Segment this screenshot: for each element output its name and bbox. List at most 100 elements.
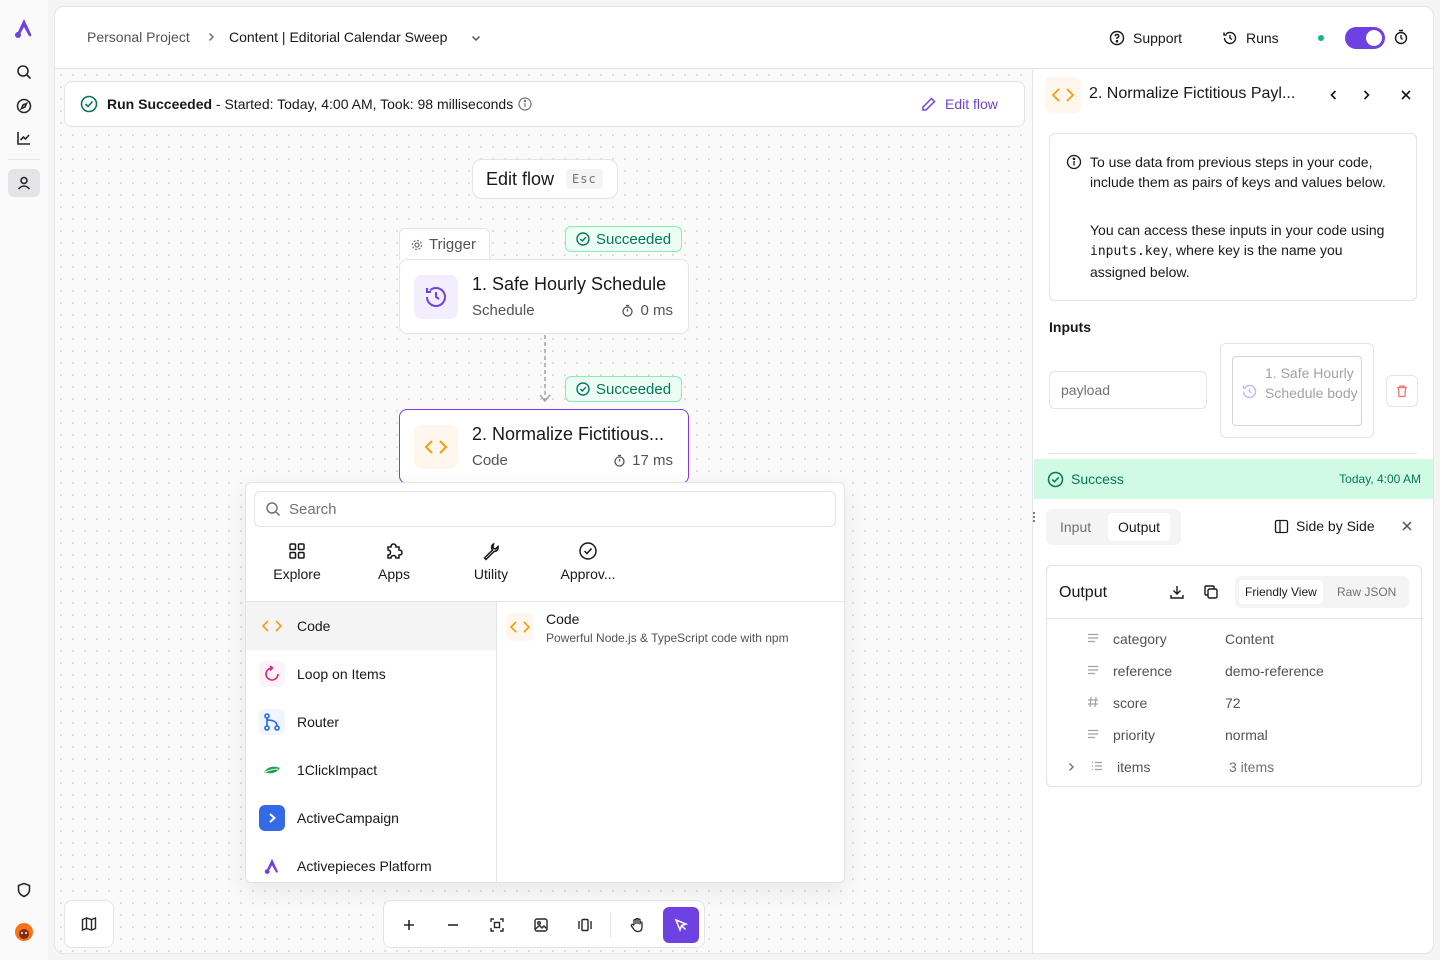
delete-input-button[interactable] (1386, 375, 1418, 407)
chevron-right-icon[interactable] (1065, 761, 1077, 773)
download-icon[interactable] (1169, 584, 1185, 600)
export-image-button[interactable] (523, 907, 559, 943)
zoom-in-button[interactable] (391, 907, 427, 943)
category-explore[interactable]: Explore (252, 541, 342, 582)
io-tabs: Input Output (1046, 509, 1181, 545)
step-picker-popover: Explore Apps Utility Approv... (245, 482, 845, 883)
input-key-field[interactable]: payload (1049, 371, 1207, 409)
next-step-button[interactable] (1356, 85, 1376, 105)
hash-icon (1087, 696, 1099, 708)
search-icon (265, 501, 281, 517)
wrench-icon (446, 541, 536, 561)
edit-flow-link[interactable]: Edit flow (921, 96, 998, 112)
table-row[interactable]: priority normal (1047, 719, 1423, 751)
close-panel-button[interactable] (1396, 85, 1416, 105)
category-approvals[interactable]: Approv... (543, 541, 633, 582)
info-icon[interactable] (518, 97, 532, 111)
list-item[interactable]: Router (246, 698, 496, 746)
search-icon[interactable] (8, 58, 40, 86)
pan-mode-button[interactable] (619, 907, 655, 943)
flow-canvas[interactable]: Run Succeeded - Started: Today, 4:00 AM,… (55, 69, 1033, 953)
status-label: Succeeded (596, 230, 672, 248)
check-circle-icon (576, 232, 590, 246)
zoom-out-button[interactable] (435, 907, 471, 943)
list-item[interactable]: Loop on Items (246, 650, 496, 698)
duration-value: 0 ms (640, 302, 673, 319)
tab-raw-json[interactable]: Raw JSON (1331, 580, 1402, 604)
flow-step-1[interactable]: 1. Safe Hourly Schedule Schedule 0 ms (399, 259, 689, 334)
flow-enabled-toggle[interactable] (1345, 27, 1385, 49)
list-item-label: Router (297, 714, 340, 730)
minimap-button[interactable] (64, 900, 114, 948)
canvas-toolbar (383, 900, 705, 948)
run-status-banner: Run Succeeded - Started: Today, 4:00 AM,… (64, 81, 1025, 127)
previous-step-button[interactable] (1324, 85, 1344, 105)
chevron-down-icon[interactable] (469, 31, 483, 45)
esc-shortcut: Esc (566, 169, 603, 189)
step-settings-panel: 2. Normalize Fictitious Payl... To use d… (1032, 69, 1433, 953)
code-icon (414, 425, 458, 469)
chart-icon[interactable] (8, 124, 40, 152)
runs-button[interactable]: Runs (1222, 23, 1279, 53)
activepieces-logo-icon (259, 853, 285, 879)
edit-flow-button[interactable]: Edit flow Esc (472, 159, 618, 199)
category-utility[interactable]: Utility (446, 541, 536, 582)
support-button[interactable]: Support (1109, 23, 1182, 53)
table-row[interactable]: items 3 items (1047, 751, 1423, 783)
table-row[interactable]: score 72 (1047, 687, 1423, 719)
cursor-icon (673, 917, 689, 933)
list-icon (1091, 760, 1103, 772)
output-value: 72 (1225, 695, 1241, 711)
clock-icon (1241, 383, 1258, 400)
output-key: score (1113, 695, 1148, 711)
list-item[interactable]: Activepieces Platform (246, 842, 496, 882)
status-badge: Succeeded (565, 226, 683, 252)
output-key: items (1117, 759, 1151, 775)
edit-flow-label: Edit flow (945, 96, 998, 112)
clock-icon (414, 275, 458, 319)
close-icon (1399, 88, 1413, 102)
compass-icon[interactable] (8, 92, 40, 120)
resize-handle[interactable] (1032, 509, 1036, 525)
gear-icon (411, 239, 423, 251)
output-value: demo-reference (1225, 663, 1324, 679)
tab-friendly-view[interactable]: Friendly View (1239, 580, 1323, 604)
table-row[interactable]: category Content (1047, 623, 1423, 655)
breadcrumb-project[interactable]: Personal Project (87, 29, 190, 45)
search-field[interactable] (254, 491, 836, 527)
list-item[interactable]: ActiveCampaign (246, 794, 496, 842)
code-snippet: inputs.key (1090, 244, 1169, 259)
list-item[interactable]: Code (246, 602, 496, 650)
tab-input[interactable]: Input (1050, 513, 1101, 541)
timer-icon[interactable] (1393, 29, 1409, 45)
tab-output[interactable]: Output (1108, 513, 1171, 541)
search-input[interactable] (289, 500, 809, 518)
layout-button[interactable] (567, 907, 603, 943)
side-by-side-button[interactable]: Side by Side (1274, 518, 1375, 534)
shield-icon[interactable] (8, 876, 40, 904)
user-icon[interactable] (8, 169, 40, 197)
code-icon (259, 613, 285, 639)
copy-icon[interactable] (1203, 584, 1219, 600)
category-apps[interactable]: Apps (349, 541, 439, 582)
table-row[interactable]: reference demo-reference (1047, 655, 1423, 687)
flow-name[interactable]: Content | Editorial Calendar Sweep (229, 29, 447, 45)
avatar[interactable] (8, 918, 40, 946)
output-value: normal (1225, 727, 1268, 743)
input-value-field[interactable]: 1. Safe Hourly Schedule body (1232, 356, 1362, 426)
loop-icon (259, 661, 285, 687)
code-icon (506, 613, 534, 641)
flow-step-2[interactable]: 2. Normalize Fictitious... Code 17 ms (399, 409, 689, 484)
chevron-right-icon (1359, 88, 1373, 102)
activepieces-logo-icon[interactable] (8, 14, 40, 42)
select-mode-button[interactable] (663, 907, 699, 943)
leaf-icon (259, 757, 285, 783)
fit-view-button[interactable] (479, 907, 515, 943)
list-item[interactable]: 1ClickImpact (246, 746, 496, 794)
chevron-left-icon (1327, 88, 1341, 102)
left-rail (0, 0, 48, 960)
output-key: category (1113, 631, 1167, 647)
step-subtitle: Code (472, 452, 508, 469)
close-icon[interactable] (1400, 519, 1414, 533)
run-status-text: Run Succeeded - Started: Today, 4:00 AM,… (107, 96, 513, 112)
